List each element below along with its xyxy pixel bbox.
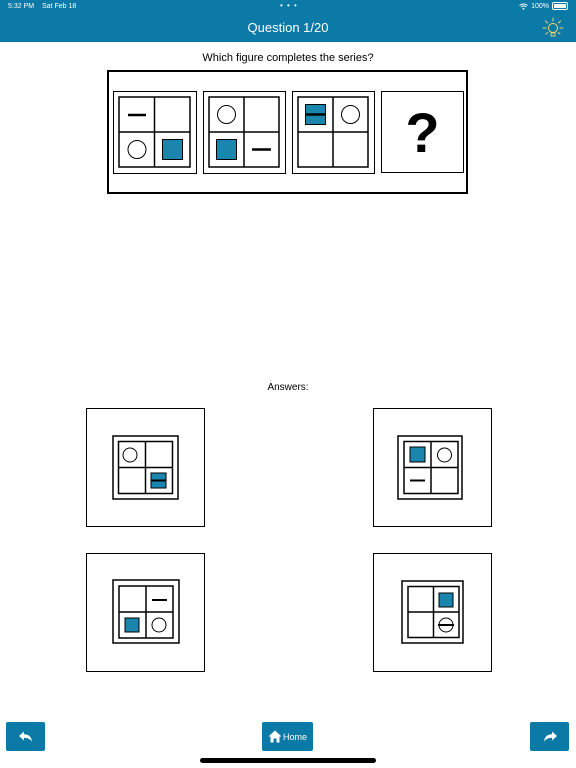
status-time: 5:32 PM <box>8 3 35 10</box>
wifi-icon <box>519 2 528 10</box>
back-button[interactable] <box>6 722 45 751</box>
series-figure-3 <box>292 91 375 174</box>
home-indicator <box>200 758 376 763</box>
series-figure-1 <box>113 91 197 174</box>
undo-arrow-icon <box>18 731 32 741</box>
series-figure-2 <box>203 91 286 174</box>
battery-icon <box>552 2 568 10</box>
answer-option-1[interactable] <box>86 408 205 527</box>
circle-shape <box>151 617 167 633</box>
status-bar: 5:32 PM Sat Feb 18 • • • 100% <box>0 0 576 14</box>
answer-option-3[interactable] <box>86 553 205 672</box>
missing-figure: ? <box>381 91 464 173</box>
status-right: 100% <box>519 2 568 10</box>
share-arrow-icon <box>543 731 557 741</box>
nav-bar: Question 1/20 <box>0 14 576 42</box>
forward-button[interactable] <box>530 722 569 751</box>
battery-percent: 100% <box>531 2 549 10</box>
circle-shape <box>437 447 452 463</box>
answers-label: Answers: <box>267 382 309 393</box>
circle-shape <box>127 140 147 159</box>
status-date: Sat Feb 18 <box>42 3 77 10</box>
filled-square-shape <box>124 617 140 633</box>
filled-square-shape <box>438 592 454 608</box>
home-button-label: Home <box>282 731 307 742</box>
home-icon <box>268 730 282 743</box>
filled-square-shape <box>409 446 426 463</box>
page-title: Question 1/20 <box>247 20 329 35</box>
filled-square-shape <box>162 139 183 160</box>
answer-option-2[interactable] <box>373 408 492 527</box>
circle-shape <box>341 105 360 124</box>
answer-option-4[interactable] <box>373 553 492 672</box>
multitasking-dots: • • • <box>280 1 298 10</box>
circle-shape <box>122 447 138 463</box>
question-prompt: Which figure completes the series? <box>202 52 374 64</box>
home-button[interactable]: Home <box>262 722 313 751</box>
filled-square-shape <box>216 139 237 160</box>
circle-shape <box>217 105 236 124</box>
lightbulb-icon[interactable] <box>542 17 564 39</box>
